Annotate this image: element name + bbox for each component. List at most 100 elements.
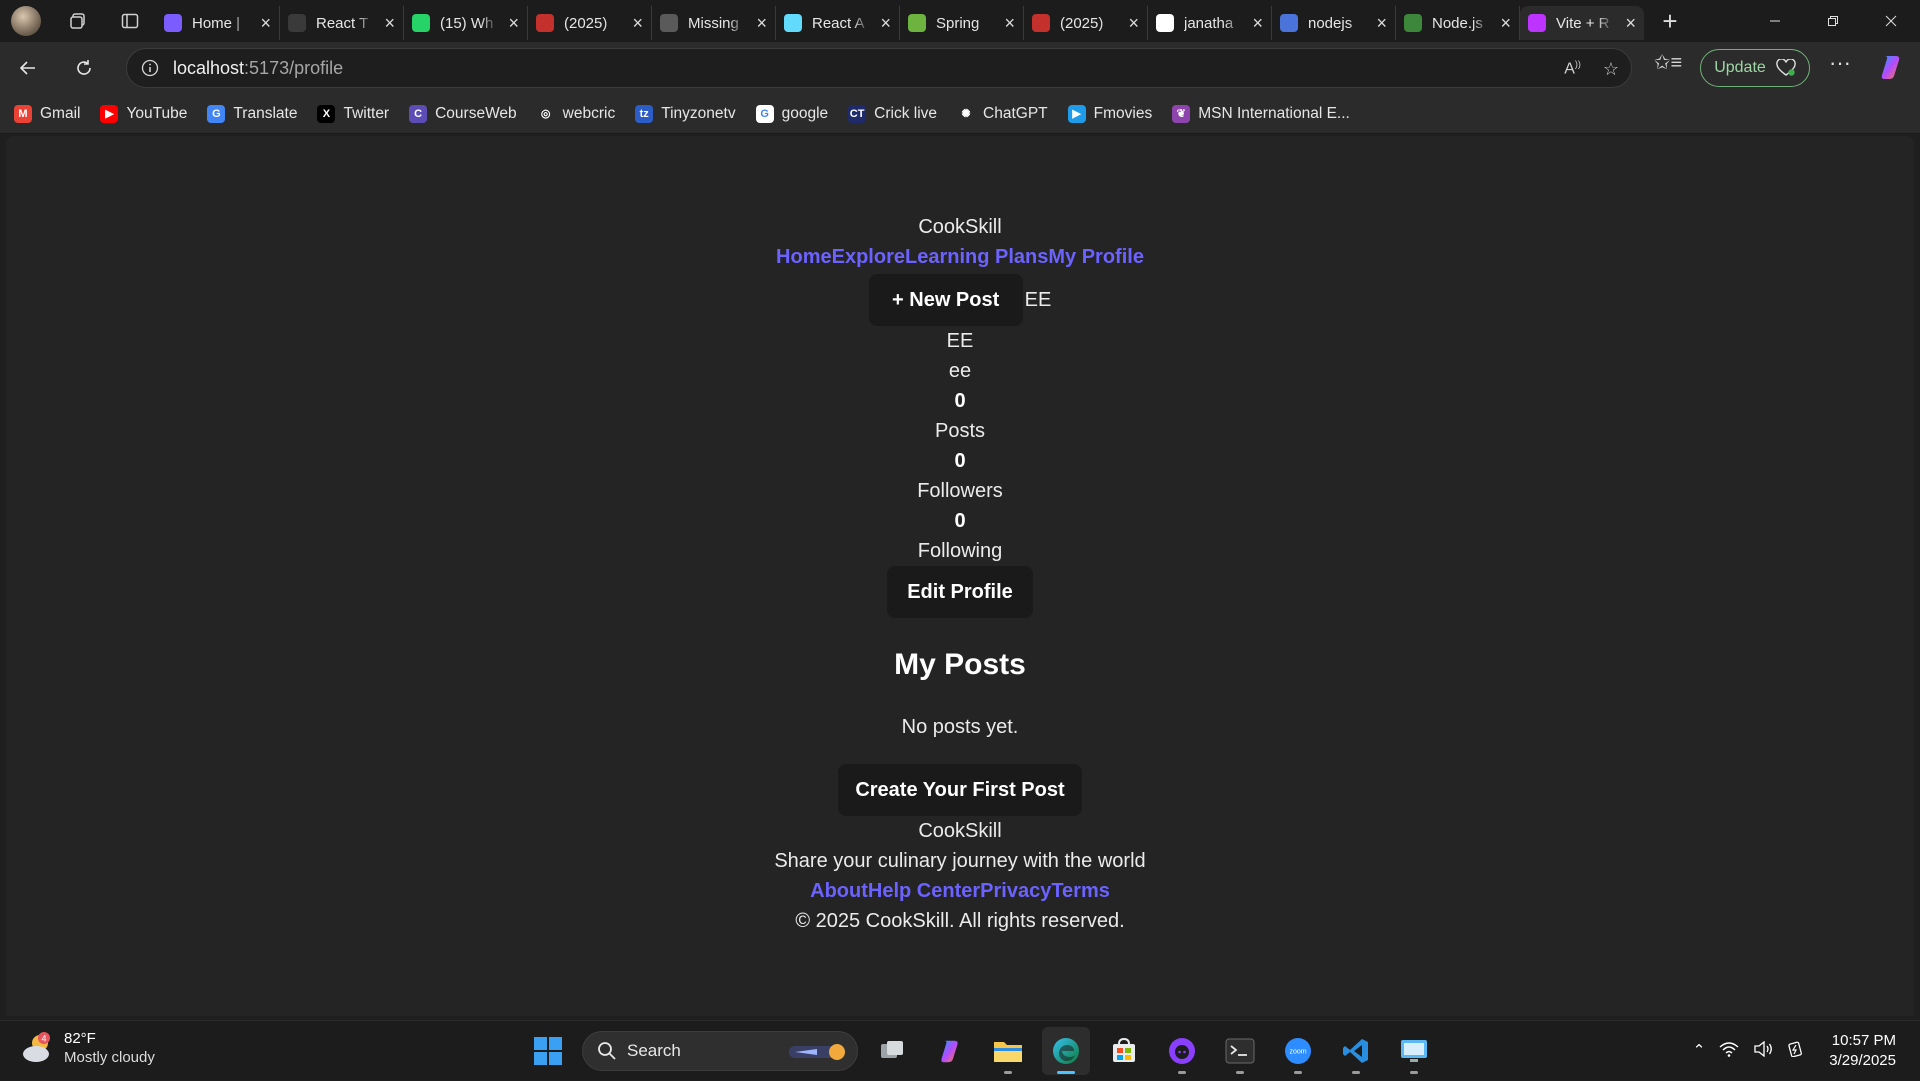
tab-title: Spring xyxy=(936,14,980,32)
read-aloud-icon[interactable]: A)) xyxy=(1564,59,1581,78)
new-post-button[interactable]: + New Post xyxy=(868,274,1023,326)
taskbar-search[interactable]: Search xyxy=(582,1031,858,1071)
tab-close-icon[interactable]: × xyxy=(756,14,767,32)
nav-link-home[interactable]: Home xyxy=(776,246,832,268)
remote-desktop-icon[interactable] xyxy=(1390,1027,1438,1075)
task-view-icon[interactable] xyxy=(868,1027,916,1075)
tab-title: (15) Wh xyxy=(440,14,494,32)
weather-widget[interactable]: 4 82°F Mostly cloudy xyxy=(20,1029,155,1067)
restore-icon[interactable] xyxy=(1804,0,1862,42)
volume-icon[interactable] xyxy=(1753,1040,1773,1061)
followers-label: Followers xyxy=(917,480,1003,502)
weather-cloud-icon: 4 xyxy=(20,1030,56,1066)
nodejs-icon xyxy=(1404,14,1422,32)
microsoft-store-icon[interactable] xyxy=(1100,1027,1148,1075)
nav-link-learning-plans[interactable]: Learning Plans xyxy=(905,246,1048,268)
refresh-icon[interactable] xyxy=(56,42,112,94)
clock-time: 10:57 PM xyxy=(1831,1032,1896,1049)
bookmark-item[interactable]: M Gmail xyxy=(14,104,80,123)
create-first-post-button[interactable]: Create Your First Post xyxy=(838,764,1082,816)
bookmark-item[interactable]: G Translate xyxy=(207,104,297,123)
favorite-star-icon[interactable]: ☆ xyxy=(1603,59,1619,80)
profile-button[interactable] xyxy=(0,0,52,42)
copilot-icon[interactable] xyxy=(1876,52,1906,82)
youtube-icon xyxy=(536,14,554,32)
new-tab-button[interactable]: + xyxy=(1644,0,1696,42)
tab-close-icon[interactable]: × xyxy=(1376,14,1387,32)
file-explorer-icon[interactable] xyxy=(984,1027,1032,1075)
bookmark-item[interactable]: ▶ YouTube xyxy=(100,104,188,123)
browser-tab[interactable]: (2025) × xyxy=(528,6,652,40)
tab-close-icon[interactable]: × xyxy=(1004,14,1015,32)
favorites-icon[interactable]: ✩≡ xyxy=(1650,50,1686,75)
system-clock[interactable]: 10:57 PM 3/29/2025 xyxy=(1829,1031,1896,1071)
browser-tab[interactable]: React A × xyxy=(776,6,900,40)
tab-title: React T xyxy=(316,14,369,32)
footer-link-help-center[interactable]: Help Center xyxy=(868,880,980,902)
bookmark-item[interactable]: tz Tinyzonetv xyxy=(635,104,736,123)
bookmark-item[interactable]: ▶ Fmovies xyxy=(1067,104,1152,123)
tab-close-icon[interactable]: × xyxy=(260,14,271,32)
tab-close-icon[interactable]: × xyxy=(1252,14,1263,32)
browser-tab[interactable]: (15) Wh × xyxy=(404,6,528,40)
site-brand[interactable]: CookSkill xyxy=(6,216,1914,239)
wifi-icon[interactable] xyxy=(1719,1041,1739,1061)
browser-tab[interactable]: Missing × xyxy=(652,6,776,40)
battery-icon[interactable] xyxy=(1787,1041,1807,1061)
minimize-icon[interactable] xyxy=(1746,0,1804,42)
edge-browser-icon[interactable] xyxy=(1042,1027,1090,1075)
tab-close-icon[interactable]: × xyxy=(880,14,891,32)
browser-tab[interactable]: Home | × xyxy=(156,6,280,40)
spring-icon xyxy=(908,14,926,32)
bookmark-item[interactable]: CT Crick live xyxy=(848,104,937,123)
browser-tab[interactable]: Vite + R × xyxy=(1520,6,1644,40)
footer-link-about[interactable]: About xyxy=(810,880,868,902)
browser-tab[interactable]: nodejs × xyxy=(1272,6,1396,40)
windows-start-icon[interactable] xyxy=(524,1027,572,1075)
terminal-icon[interactable] xyxy=(1216,1027,1264,1075)
footer-link-privacy[interactable]: Privacy xyxy=(980,880,1051,902)
github-desktop-icon[interactable] xyxy=(1158,1027,1206,1075)
vertical-tabs-icon[interactable] xyxy=(104,0,156,42)
copilot-app-icon[interactable] xyxy=(926,1027,974,1075)
browser-tab[interactable]: React T × xyxy=(280,6,404,40)
bookmark-label: YouTube xyxy=(126,104,188,122)
bookmark-item[interactable]: X Twitter xyxy=(317,104,389,123)
show-hidden-icons-icon[interactable]: ⌃ xyxy=(1693,1041,1706,1061)
tab-close-icon[interactable]: × xyxy=(1128,14,1139,32)
edit-profile-button[interactable]: Edit Profile xyxy=(887,566,1033,618)
bookmark-label: ChatGPT xyxy=(983,104,1048,122)
browser-tab[interactable]: (2025) × xyxy=(1024,6,1148,40)
tab-close-icon[interactable]: × xyxy=(1625,14,1636,32)
tab-close-icon[interactable]: × xyxy=(508,14,519,32)
browser-tab[interactable]: janatha × xyxy=(1148,6,1272,40)
site-info-icon[interactable] xyxy=(127,59,173,77)
close-icon[interactable] xyxy=(1862,0,1920,42)
svg-text:zoom: zoom xyxy=(1289,1049,1306,1056)
footer-link-terms[interactable]: Terms xyxy=(1051,880,1110,902)
nav-link-my-profile[interactable]: My Profile xyxy=(1048,246,1144,268)
avatar xyxy=(11,6,41,36)
address-bar[interactable]: localhost:5173/profile A)) ☆ xyxy=(126,48,1632,88)
tab-close-icon[interactable]: × xyxy=(384,14,395,32)
profile-username: ee xyxy=(948,360,972,382)
vscode-icon[interactable] xyxy=(1332,1027,1380,1075)
zoom-icon[interactable]: zoom xyxy=(1274,1027,1322,1075)
tab-close-icon[interactable]: × xyxy=(632,14,643,32)
browser-tab[interactable]: Node.js × xyxy=(1396,6,1520,40)
more-options-icon[interactable]: ··· xyxy=(1820,50,1860,76)
browser-tab[interactable]: Spring × xyxy=(900,6,1024,40)
bookmark-item[interactable]: ✺ ChatGPT xyxy=(957,104,1048,123)
youtube-icon: ▶ xyxy=(100,104,119,123)
posts-count: 0 xyxy=(954,390,966,412)
bookmark-item[interactable]: ❦ MSN International E... xyxy=(1172,104,1350,123)
tab-close-icon[interactable]: × xyxy=(1500,14,1511,32)
update-button[interactable]: Update xyxy=(1700,49,1810,87)
nav-link-explore[interactable]: Explore xyxy=(832,246,905,268)
bookmark-item[interactable]: C CourseWeb xyxy=(409,104,517,123)
back-icon[interactable] xyxy=(0,42,56,94)
workspaces-icon[interactable] xyxy=(52,0,104,42)
bookmark-item[interactable]: Ggoogle xyxy=(755,104,828,123)
bookmark-item[interactable]: ◎ webcric xyxy=(536,104,615,123)
header-user-initials[interactable]: EE xyxy=(1025,289,1052,311)
